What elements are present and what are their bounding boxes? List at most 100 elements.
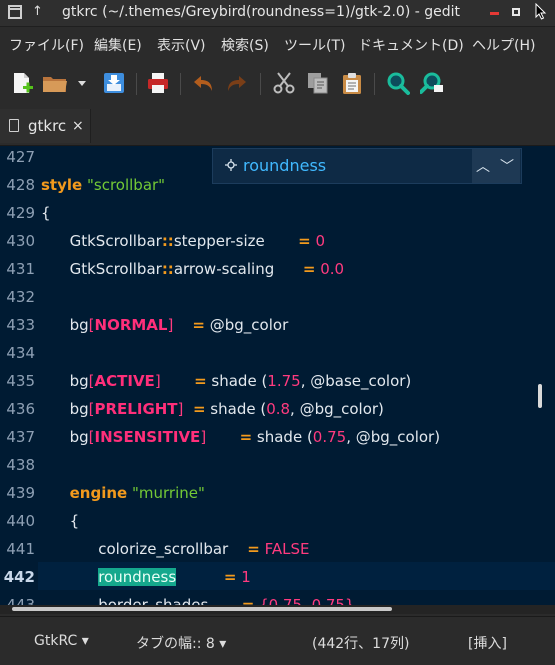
window-menu-icon[interactable] [8,5,22,19]
line-number: 438 [6,456,35,474]
close-window-button[interactable] [534,2,548,25]
code-token: engine [69,484,128,502]
code-token: NORMAL [94,316,168,334]
menu-help[interactable]: ヘルプ(H) [472,35,535,55]
code-token: = [241,596,255,605]
code-token: , [302,596,312,605]
menu-bar: ファイル(F) 編集(E) 表示(V) 検索(S) ツール(T) ドキュメント(… [0,27,555,61]
code-token: { [41,204,51,222]
find-replace-icon[interactable] [420,71,444,95]
code-line[interactable]: bg[PRELIGHT] = shade (0.8, @bg_color) [41,400,384,418]
code-line[interactable]: colorize_scrollbar = FALSE [41,540,310,558]
find-icon[interactable] [386,71,410,95]
menu-tools[interactable]: ツール(T) [284,35,345,55]
code-token: = [247,540,260,558]
menu-search[interactable]: 検索(S) [221,35,269,55]
code-token: 0.0 [320,260,345,278]
line-number: 433 [6,316,35,334]
code-line[interactable]: style "scrollbar" [41,176,165,194]
minimize-button[interactable] [490,6,499,15]
menu-document[interactable]: ドキュメント(D) [358,35,464,55]
code-token: = [192,316,205,334]
menu-edit[interactable]: 編集(E) [94,35,142,55]
line-number-gutter: 427 428 429 430 431 432 433 434 435 436 437 438 439 4… [0,146,38,605]
cut-icon[interactable] [272,71,296,95]
code-line[interactable]: GtkScrollbar::arrow-scaling = 0.0 [41,260,344,278]
code-token: { [259,596,269,605]
toolbar-separator [136,73,137,95]
code-line[interactable]: { [41,512,80,530]
search-icon [225,159,237,171]
line-number: 443 [6,596,35,605]
status-bar: GtkRC ▾ タブの幅:: 8 ▾ (442行、17列) [挿入] [0,616,555,665]
maximize-button[interactable] [512,8,520,16]
search-previous-button[interactable]: ︿ [476,156,490,176]
code-token: = [223,568,237,586]
save-icon[interactable] [102,71,126,95]
code-token: 0.75 [311,596,345,605]
code-token: FALSE [264,540,310,558]
code-token: bg [41,372,89,390]
pin-icon[interactable]: ↑ [32,5,46,19]
code-line[interactable]: roundness = 1 [41,568,251,586]
code-line[interactable]: GtkScrollbar::stepper-size = 0 [41,232,325,250]
search-query[interactable]: roundness [243,156,326,175]
code-token: @bg_color [204,316,289,334]
toolbar [0,61,555,107]
code-token: colorize_scrollbar [41,540,248,558]
dropdown-arrow-icon[interactable] [76,71,88,95]
code-line[interactable]: { [41,204,51,222]
code-token: = [194,372,207,390]
title-bar: ↑ gtkrc (~/.themes/Greybird(roundness=1)… [0,0,555,27]
code-line[interactable]: engine "murrine" [41,484,205,502]
line-number: 435 [6,372,35,390]
vertical-scrollbar[interactable] [538,384,542,408]
toolbar-separator [180,73,181,95]
paste-icon[interactable] [340,71,364,95]
code-token: stepper-size [173,232,299,250]
menu-file[interactable]: ファイル(F) [9,35,84,55]
code-token: 0.75 [312,428,347,446]
horizontal-scrollbar[interactable] [12,607,392,611]
code-token: } [344,596,355,605]
open-folder-icon[interactable] [42,71,68,95]
line-number: 439 [6,484,35,502]
line-number: 432 [6,288,35,306]
print-icon[interactable] [146,71,170,95]
language-selector[interactable]: GtkRC ▾ [34,633,89,649]
code-token: ACTIVE [94,372,155,390]
code-token: 1 [241,568,251,586]
line-number: 437 [6,428,35,446]
search-nav-buttons: ︿ ﹀ [472,149,520,183]
search-next-button[interactable]: ﹀ [500,156,514,176]
code-token: GtkScrollbar [41,232,162,250]
code-token: shade ( [205,400,267,418]
code-token: = [298,232,311,250]
code-token: = [192,400,206,418]
tab-gtkrc[interactable]: gtkrc × [0,109,91,143]
code-line[interactable]: border_shades = {0.75, 0.75} [41,596,355,605]
tab-width-selector[interactable]: タブの幅:: 8 ▾ [136,633,226,653]
code-token: arrow-scaling [173,260,303,278]
redo-icon[interactable] [224,71,248,95]
tab-width-label: タブの幅:: 8 [136,636,215,652]
tab-close-icon[interactable]: × [72,118,84,134]
menu-view[interactable]: 表示(V) [157,35,206,55]
new-document-icon[interactable] [10,71,34,95]
code-token: bg [41,428,89,446]
code-line[interactable]: bg[INSENSITIVE] = shade (0.75, @bg_color… [41,428,440,446]
code-line[interactable]: bg[ACTIVE] = shade (1.75, @base_color) [41,372,412,390]
editor[interactable]: 427 428 429 430 431 432 433 434 435 436 437 438 439 4… [0,146,555,605]
code-token: 1.75 [267,372,301,390]
search-match: roundness [98,568,177,586]
code-line[interactable]: bg[NORMAL] = @bg_color [41,316,289,334]
line-number: 428 [6,176,35,194]
copy-icon[interactable] [306,71,330,95]
chevron-down-icon: ▾ [219,636,227,652]
undo-icon[interactable] [192,71,216,95]
line-number: 434 [6,344,35,362]
code-token: GtkScrollbar [41,260,162,278]
